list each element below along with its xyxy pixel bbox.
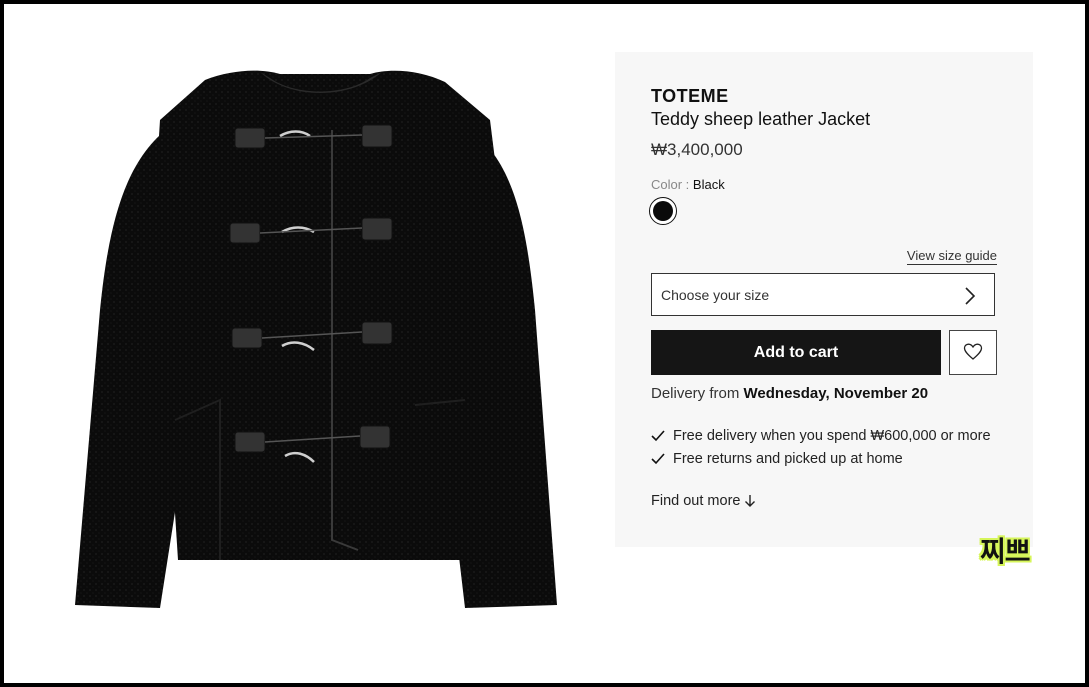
arrow-down-icon (745, 495, 756, 508)
product-price: ₩3,400,000 (651, 140, 743, 159)
product-name: Teddy sheep leather Jacket (651, 109, 871, 129)
wishlist-button[interactable] (949, 330, 997, 375)
color-value: Black (692, 177, 725, 192)
chevron-right-icon (965, 287, 976, 305)
brand-name[interactable]: TOTEME (651, 86, 729, 107)
delivery-prefix: Delivery from (651, 385, 740, 402)
swatch-fill (653, 201, 673, 221)
heart-icon (963, 343, 983, 360)
view-size-guide-link[interactable]: View size guide (906, 248, 997, 265)
delivery-date: Wednesday, November 20 (743, 385, 929, 402)
size-select[interactable]: Choose your size (651, 273, 995, 316)
check-icon (651, 430, 665, 442)
color-label: Color : (651, 177, 690, 192)
add-to-cart-button[interactable]: Add to cart (651, 330, 941, 375)
color-swatch-black[interactable] (649, 197, 677, 225)
delivery-info: Delivery from Wednesday, November 20 (651, 385, 928, 402)
watermark-logo: 찌쁘 (980, 536, 1031, 567)
check-icon (651, 453, 665, 465)
color-row: Color : Black (651, 177, 725, 192)
size-select-placeholder: Choose your size (661, 287, 770, 303)
find-out-more-link[interactable]: Find out more (651, 493, 756, 509)
find-out-more-label: Find out more (651, 493, 741, 509)
benefit-text: Free delivery when you spend ₩600,000 or… (673, 428, 991, 444)
product-info-panel: TOTEME Teddy sheep leather Jacket ₩3,400… (615, 52, 1033, 547)
benefit-text: Free returns and picked up at home (673, 451, 903, 467)
product-image (75, 70, 557, 608)
